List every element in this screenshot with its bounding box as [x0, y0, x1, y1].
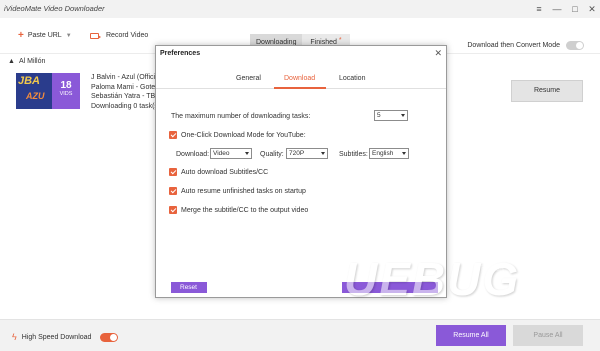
subtitles-label: Subtitles:: [339, 151, 368, 158]
max-tasks-select[interactable]: 5: [374, 110, 408, 121]
auto-resume-label: Auto resume unfinished tasks on startup: [181, 188, 306, 195]
high-speed-toggle[interactable]: [100, 332, 119, 342]
preferences-tabs: General Download Location: [156, 71, 446, 89]
close-icon[interactable]: ✕: [434, 48, 442, 59]
download-type-select[interactable]: Video: [210, 148, 252, 159]
paste-url-label: Paste URL: [27, 32, 62, 39]
download-status: Downloading 0 task(s): [91, 102, 155, 110]
video-line-3: Sebastián Yatra - TBT: [91, 93, 155, 100]
video-line-2: Paloma Mami - Goteo: [91, 83, 155, 91]
tab-download[interactable]: Download: [284, 75, 315, 82]
plus-icon: +: [18, 30, 24, 41]
lightning-icon: ϟ: [12, 332, 17, 342]
one-click-checkbox[interactable]: [169, 131, 177, 139]
playlist-title: Al Millón: [18, 58, 46, 65]
max-tasks-value: 5: [377, 112, 381, 119]
chevron-down-icon: [401, 114, 405, 117]
chevron-down-icon[interactable]: ▼: [66, 33, 72, 39]
merge-subtitle-label: Merge the subtitle/CC to the output vide…: [181, 207, 309, 214]
download-type-value: Video: [213, 150, 230, 157]
subtitles-select[interactable]: English: [369, 148, 409, 159]
minimize-icon[interactable]: —: [550, 2, 564, 16]
active-tab-indicator: [274, 87, 326, 89]
watermark-logo: UEBUG: [344, 253, 521, 305]
quality-value: 720P: [289, 150, 305, 157]
quality-select[interactable]: 720P: [286, 148, 328, 159]
thumbnail-text-2: AZU: [26, 91, 45, 101]
auto-subtitles-label: Auto download Subtitles/CC: [181, 169, 269, 176]
video-count-badge: 18 VIDS: [52, 73, 80, 109]
pause-all-button[interactable]: Pause All: [513, 325, 583, 346]
resume-all-button[interactable]: Resume All: [436, 325, 506, 346]
playlist-row-header: ▲ Al Millón: [8, 58, 45, 65]
dialog-title: Preferences: [160, 50, 201, 57]
subtitles-value: English: [372, 150, 394, 157]
auto-subtitles-checkbox[interactable]: [169, 168, 177, 176]
app-title: iVideoMate Video Downloader: [4, 4, 105, 13]
quality-label: Quality:: [260, 151, 284, 158]
video-count-unit: VIDS: [59, 91, 73, 97]
camera-icon: [90, 32, 101, 39]
footer-bar: ϟ High Speed Download Resume All Pause A…: [0, 319, 600, 351]
video-info: J Balvin - Azul (Official Paloma Mami - …: [91, 73, 155, 111]
chevron-down-icon: [245, 152, 249, 155]
chevron-down-icon: [321, 152, 325, 155]
tab-location[interactable]: Location: [339, 75, 365, 82]
max-tasks-label: The maximum number of downloading tasks:: [171, 113, 311, 120]
record-video-label: Record Video: [106, 32, 149, 39]
high-speed-label: High Speed Download: [21, 333, 92, 341]
auto-resume-checkbox[interactable]: [169, 187, 177, 195]
close-icon[interactable]: ✕: [585, 2, 599, 16]
download-type-label: Download:: [176, 151, 210, 158]
maximize-icon[interactable]: □: [568, 2, 582, 16]
menu-icon[interactable]: ≡: [532, 2, 546, 16]
thumbnail-text-1: JBA: [18, 75, 41, 87]
convert-mode-label: Download then Convert Mode: [467, 42, 560, 49]
reset-button[interactable]: Reset: [171, 282, 207, 293]
record-video-button[interactable]: Record Video: [90, 32, 148, 39]
tab-general[interactable]: General: [236, 75, 261, 82]
video-line-1: J Balvin - Azul (Official: [91, 74, 155, 81]
new-badge: *: [338, 37, 342, 44]
high-speed-download: ϟ High Speed Download: [12, 332, 119, 342]
one-click-label: One-Click Download Mode for YouTube:: [181, 132, 306, 139]
watermark-subtext: 下载站: [478, 264, 505, 273]
chevron-down-icon: [402, 152, 406, 155]
convert-mode: Download then Convert Mode: [467, 41, 584, 50]
convert-mode-toggle[interactable]: [566, 41, 584, 50]
resume-button[interactable]: Resume: [511, 80, 583, 102]
paste-url-button[interactable]: + Paste URL ▼: [18, 30, 72, 41]
title-bar: iVideoMate Video Downloader ≡ — □ ✕: [0, 0, 600, 18]
video-count: 18: [60, 80, 72, 91]
merge-subtitle-checkbox[interactable]: [169, 206, 177, 214]
collapse-icon[interactable]: ▲: [8, 58, 15, 65]
